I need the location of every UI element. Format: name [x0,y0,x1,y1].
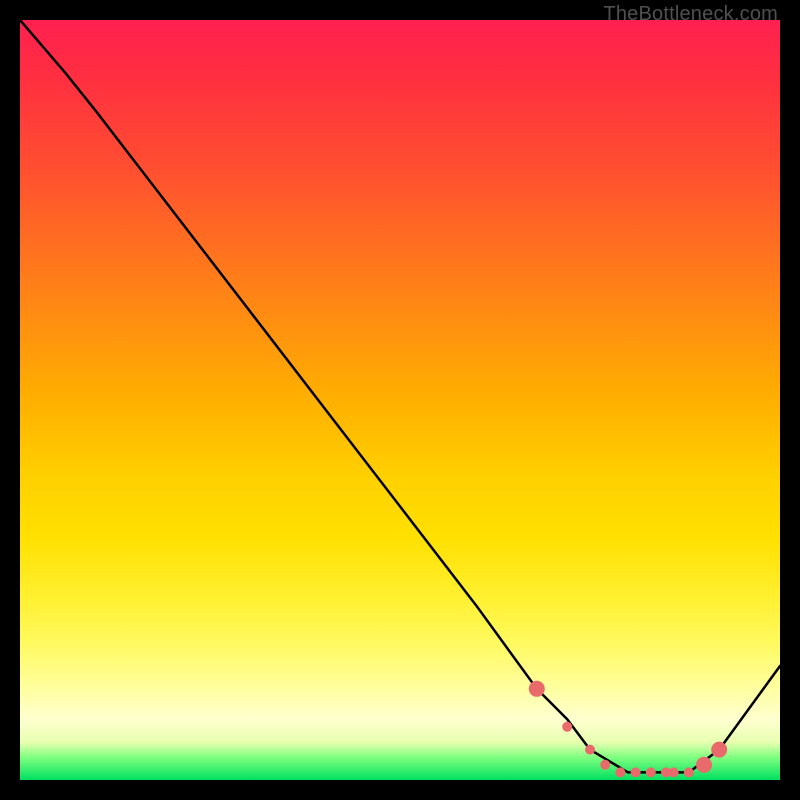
marker-dot [696,757,712,773]
watermark-text: TheBottleneck.com [603,3,778,26]
marker-dot [669,767,679,777]
marker-dot [585,745,595,755]
plot-area [20,20,780,780]
marker-dot [684,767,694,777]
bottleneck-curve [20,20,780,772]
curve-layer [20,20,780,780]
optimal-zone-markers [529,681,727,778]
marker-dot [529,681,545,697]
marker-dot [631,767,641,777]
marker-dot [562,722,572,732]
marker-dot [711,742,727,758]
marker-dot [646,767,656,777]
chart-container: TheBottleneck.com [0,0,800,800]
marker-dot [615,767,625,777]
marker-dot [600,760,610,770]
